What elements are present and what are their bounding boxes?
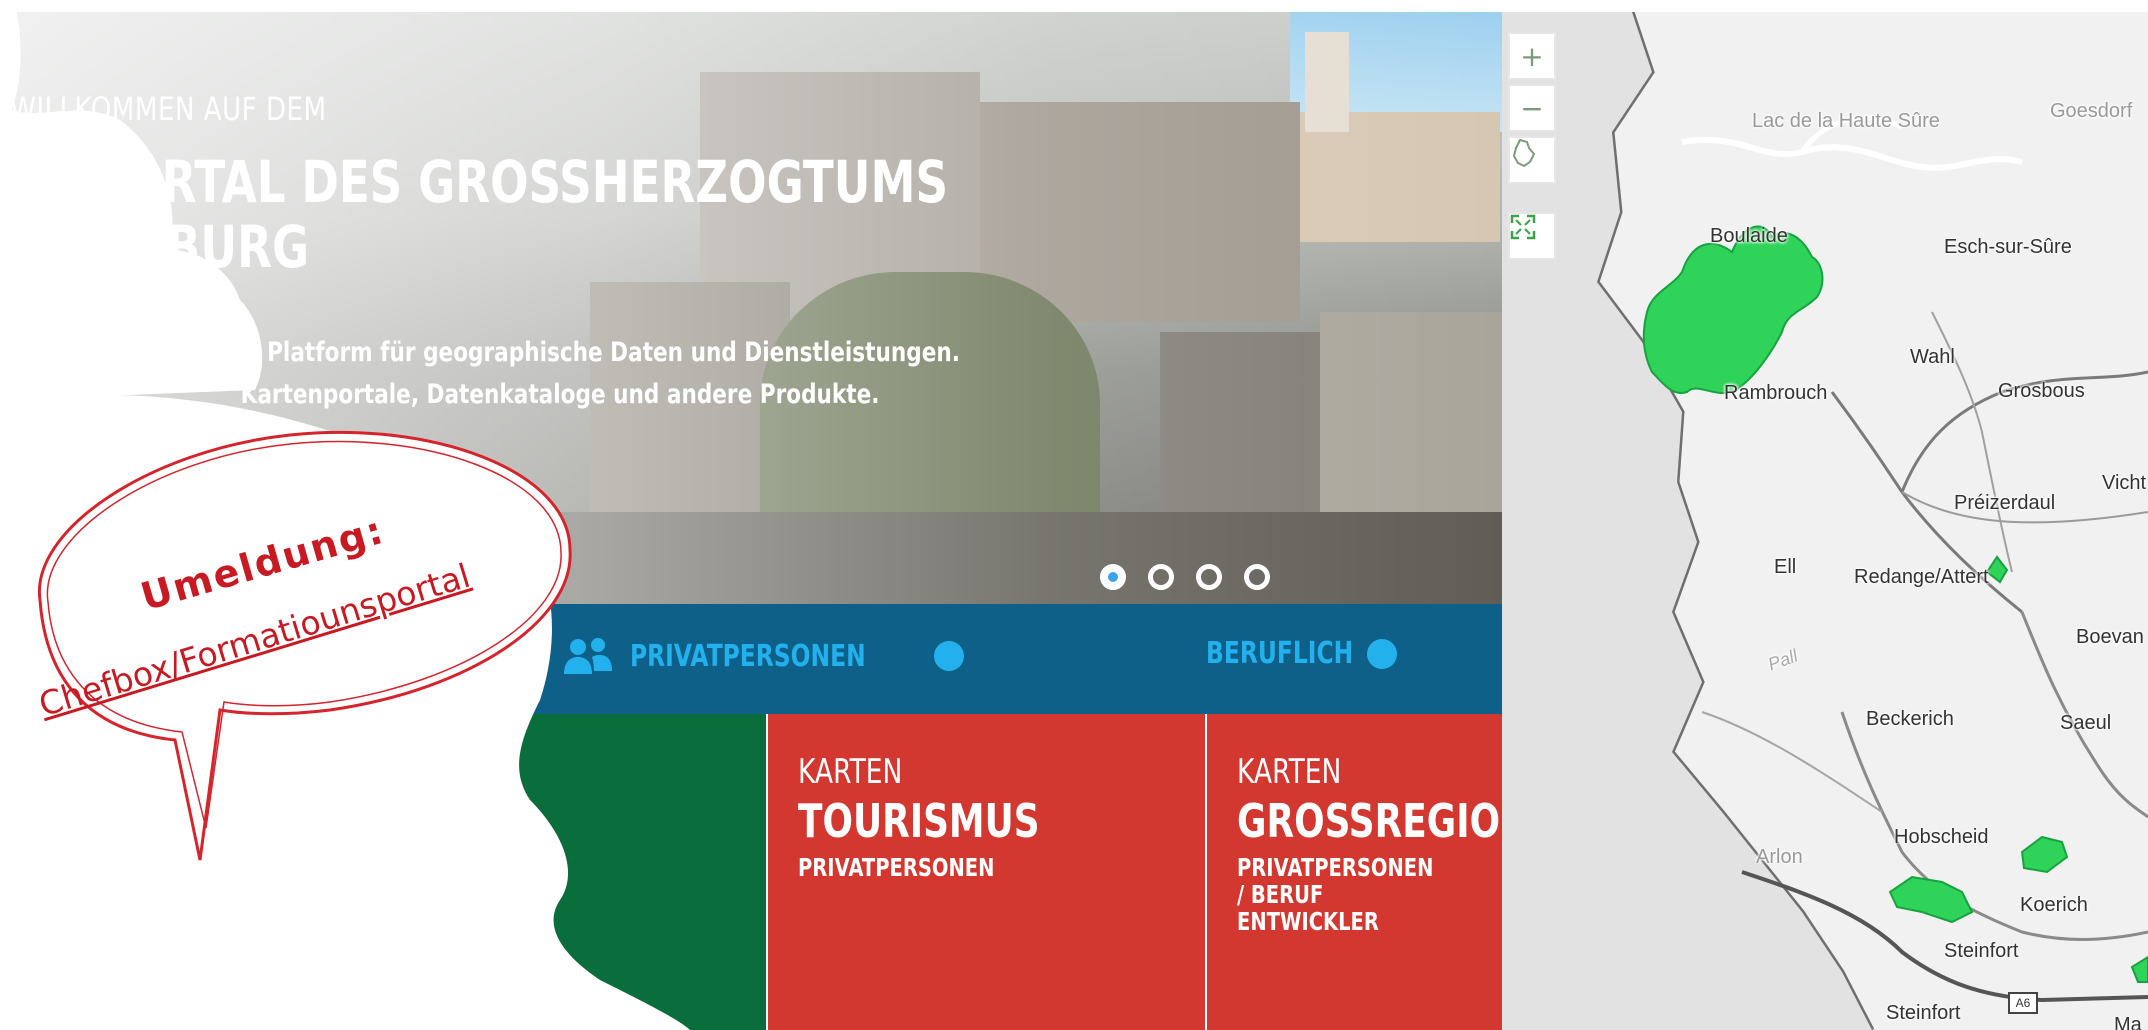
page: WILLKOMMEN AUF DEM PORTAL DES GROSSHERZO…: [0, 0, 2148, 1030]
